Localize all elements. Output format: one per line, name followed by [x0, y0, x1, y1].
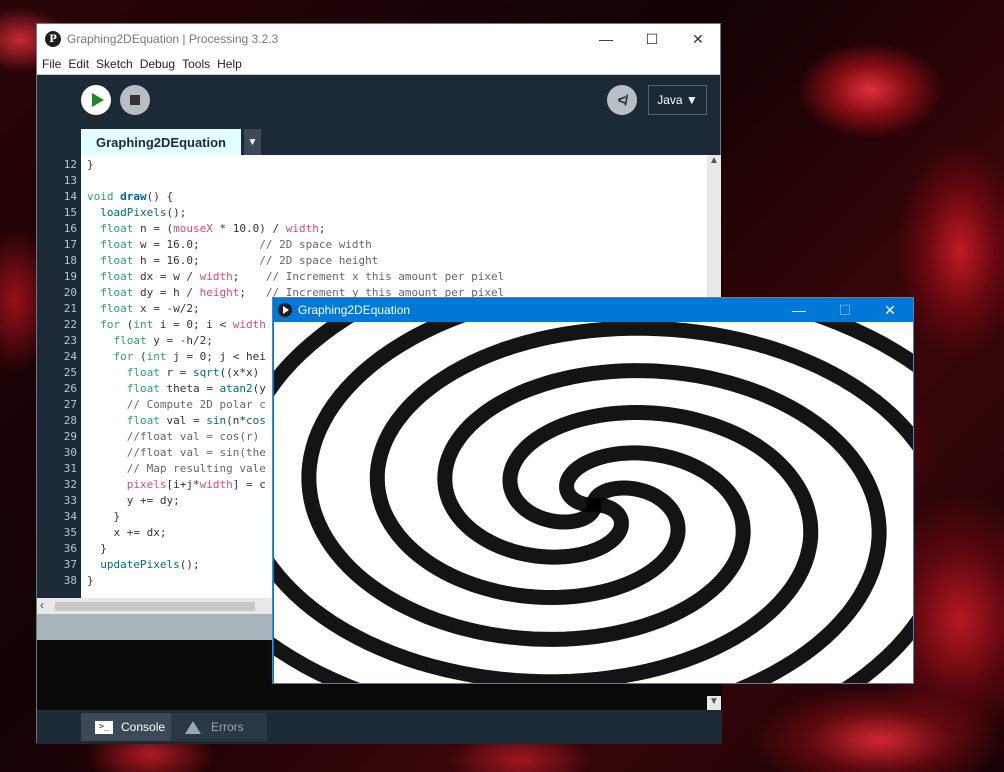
code-line: float r = sqrt((x*x)	[126, 366, 260, 379]
line-number: 30	[63, 446, 77, 459]
maximize-button[interactable]: ☐	[629, 24, 675, 54]
code-line: float h = 16.0; // 2D space height	[100, 254, 379, 267]
line-number: 34	[63, 510, 77, 523]
code-line: for (int i = 0; i < width	[100, 318, 266, 331]
debugger-butterfly-icon[interactable]: ≮	[607, 85, 637, 115]
line-number: 17	[63, 238, 77, 251]
line-number: 24	[63, 350, 77, 363]
line-number: 29	[63, 430, 77, 443]
line-number: 35	[63, 526, 77, 539]
code-line: float x = -w/2;	[100, 302, 200, 315]
warning-icon	[185, 720, 201, 734]
code-line: float dx = w / width; // Increment x thi…	[100, 270, 505, 283]
close-button[interactable]: ✕	[675, 24, 721, 54]
ide-titlebar[interactable]: P Graphing2DEquation | Processing 3.2.3 …	[37, 24, 720, 54]
line-number: 21	[63, 302, 77, 315]
code-line: float n = (mouseX * 10.0) / width;	[100, 222, 326, 235]
tab-graphing2dequation[interactable]: Graphing2DEquation	[81, 129, 241, 156]
sketch-minimize-button[interactable]: —	[776, 298, 822, 322]
code-line: //float val = cos(r)	[126, 430, 260, 443]
line-number: 31	[63, 462, 77, 475]
console-tab[interactable]: >_ Console	[81, 713, 171, 741]
code-line: x += dx;	[87, 526, 167, 539]
code-line: for (int j = 0; j < hei	[113, 350, 266, 363]
code-line: float y = -h/2;	[113, 334, 213, 347]
sketch-output-window: Graphing2DEquation — ☐ ✕	[272, 297, 914, 684]
menu-debug[interactable]: Debug	[138, 57, 180, 71]
scroll-left-icon[interactable]: ‹	[40, 598, 44, 612]
console-icon: >_	[95, 720, 113, 734]
scrollbar-thumb[interactable]	[55, 602, 255, 611]
line-number: 12	[63, 158, 77, 171]
tab-menu-arrow-icon[interactable]: ▼	[244, 129, 261, 156]
code-line: // Map resulting vale	[126, 462, 266, 475]
minimize-button[interactable]: —	[583, 24, 629, 54]
stop-button[interactable]	[120, 85, 150, 115]
scroll-up-icon[interactable]: ▲	[707, 155, 721, 171]
editor-horizontal-scrollbar[interactable]: ‹	[37, 598, 273, 614]
line-number: 14	[63, 190, 77, 203]
mode-selector[interactable]: Java ▼	[648, 85, 707, 115]
line-number: 16	[63, 222, 77, 235]
code-line: y += dy;	[87, 494, 180, 507]
code-line: loadPixels();	[100, 206, 187, 219]
line-number: 15	[63, 206, 77, 219]
menu-file[interactable]: File	[40, 57, 66, 71]
run-button[interactable]	[81, 85, 111, 115]
code-line: //float val = sin(the	[126, 446, 266, 459]
line-number: 20	[63, 286, 77, 299]
sketch-titlebar[interactable]: Graphing2DEquation — ☐ ✕	[273, 298, 913, 322]
sketch-maximize-button[interactable]: ☐	[822, 298, 868, 322]
code-line: float val = sin(n*cos	[126, 414, 266, 427]
sketch-play-icon	[278, 303, 292, 317]
line-number: 33	[63, 494, 77, 507]
line-number: 37	[63, 558, 77, 571]
code-line: float theta = atan2(y	[126, 382, 266, 395]
menu-edit[interactable]: Edit	[66, 57, 94, 71]
line-number: 23	[63, 334, 77, 347]
code-line: }	[87, 510, 121, 523]
line-number: 22	[63, 318, 77, 331]
line-number: 19	[63, 270, 77, 283]
line-number: 32	[63, 478, 77, 491]
line-number: 26	[63, 382, 77, 395]
line-number: 25	[63, 366, 77, 379]
code-line: float w = 16.0; // 2D space width	[100, 238, 372, 251]
code-line: }	[87, 574, 94, 587]
processing-logo-icon: P	[45, 31, 61, 47]
code-line: }	[87, 542, 107, 555]
code-line: updatePixels();	[100, 558, 200, 571]
line-number: 38	[63, 574, 77, 587]
line-number-gutter: 12 13 14 15 16 17 18 19 20 21 22 23 24 25 26 27 28 29 30 31…	[37, 155, 81, 598]
code-line: void draw() {	[87, 190, 174, 203]
sketch-canvas[interactable]	[274, 322, 913, 683]
sketch-tab-row: Graphing2DEquation ▼	[37, 127, 720, 156]
line-number: 27	[63, 398, 77, 411]
window-title: Graphing2DEquation | Processing 3.2.3	[67, 32, 279, 46]
line-number: 18	[63, 254, 77, 267]
errors-tab-label: Errors	[211, 720, 244, 734]
spiral-pattern	[274, 322, 913, 683]
sketch-close-button[interactable]: ✕	[867, 298, 913, 322]
toolbar: ≮ Java ▼	[37, 75, 720, 127]
code-line: // Compute 2D polar c	[126, 398, 266, 411]
errors-tab[interactable]: Errors	[171, 713, 267, 741]
line-number: 28	[63, 414, 77, 427]
menu-tools[interactable]: Tools	[180, 57, 215, 71]
code-line: }	[87, 158, 94, 171]
menu-sketch[interactable]: Sketch	[94, 57, 138, 71]
line-number: 36	[63, 542, 77, 555]
sketch-window-title: Graphing2DEquation	[298, 303, 411, 317]
code-line: pixels[i+j*width] = c	[126, 478, 266, 491]
console-tab-label: Console	[121, 720, 166, 734]
footer-bar: >_ Console Errors	[37, 710, 722, 744]
menu-bar: File Edit Sketch Debug Tools Help	[37, 54, 720, 75]
line-number: 13	[63, 174, 77, 187]
menu-help[interactable]: Help	[215, 57, 247, 71]
